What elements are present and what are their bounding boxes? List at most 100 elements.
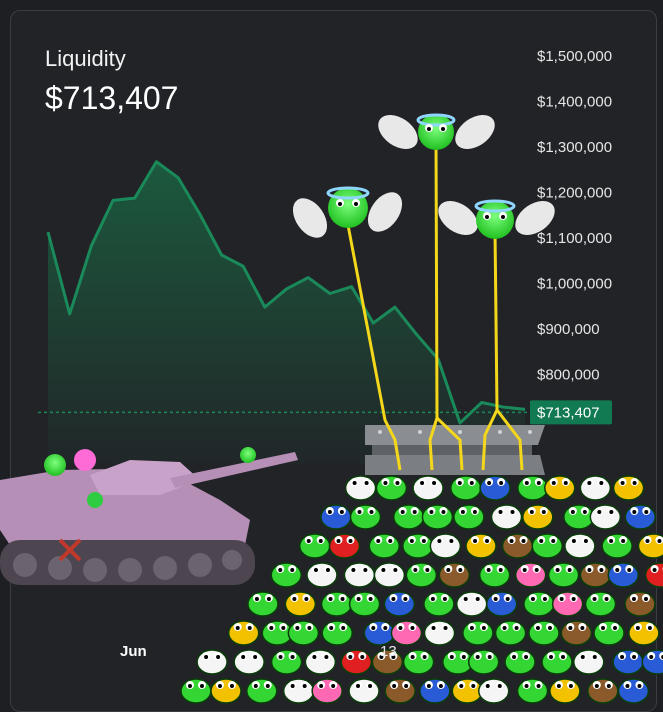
crowd-frog: [646, 563, 663, 587]
crowd-frog: [271, 563, 301, 587]
crowd-frog: [422, 505, 452, 529]
crowd-frog: [487, 592, 517, 616]
crowd-frog: [466, 534, 496, 558]
crowd-frog: [545, 476, 575, 500]
crowd-frog: [350, 592, 380, 616]
y-tick-label: $1,400,000: [537, 94, 612, 111]
crowd-frog: [618, 679, 648, 703]
crowd-frog: [561, 621, 591, 645]
crowd-frog: [322, 592, 352, 616]
y-tick-label: $1,200,000: [537, 185, 612, 202]
crowd-frog: [284, 679, 314, 703]
crowd-frog: [351, 505, 381, 529]
crowd-frog: [553, 592, 583, 616]
crowd-frog: [480, 563, 510, 587]
crowd-frog: [346, 476, 376, 500]
crowd-frog: [479, 679, 509, 703]
crowd-frog: [403, 534, 433, 558]
crowd-frog: [550, 679, 580, 703]
crowd-frog: [413, 476, 443, 500]
crowd-frog: [463, 621, 493, 645]
crowd-frog: [404, 650, 434, 674]
crowd-frog: [480, 476, 510, 500]
x-tick-label: Jun: [120, 643, 147, 660]
y-tick-label: $1,100,000: [537, 230, 612, 247]
crowd-frog: [549, 563, 579, 587]
crowd-frog: [349, 679, 379, 703]
crowd-frog: [457, 592, 487, 616]
crowd-frog: [542, 650, 572, 674]
crowd-frog: [430, 534, 460, 558]
crowd-frog: [391, 621, 421, 645]
crowd-frog: [588, 679, 618, 703]
crowd-frog: [272, 650, 302, 674]
crowd-frog: [321, 505, 351, 529]
crowd-frog: [384, 592, 414, 616]
crowd-frog: [420, 679, 450, 703]
crowd-frog: [374, 563, 404, 587]
crowd-frog: [613, 650, 643, 674]
crowd-frog: [574, 650, 604, 674]
crowd-frog: [369, 534, 399, 558]
tank-icon: [0, 447, 298, 585]
crowd-frog: [385, 679, 415, 703]
crowd-frog: [364, 621, 394, 645]
crowd-frog: [248, 592, 278, 616]
crowd-frog: [312, 679, 342, 703]
crowd-frog: [529, 621, 559, 645]
crowd-frog: [425, 621, 455, 645]
crowd-frog: [638, 534, 663, 558]
crowd-frog: [580, 563, 610, 587]
crowd-frog: [565, 534, 595, 558]
crowd-frog: [602, 534, 632, 558]
crowd-frog: [305, 650, 335, 674]
crowd-frog: [532, 534, 562, 558]
crowd-badge: 13: [380, 643, 397, 660]
crowd-frog: [496, 621, 526, 645]
crowd-frog: [211, 679, 241, 703]
y-tick-label: $1,500,000: [537, 48, 612, 65]
crowd-frog: [642, 650, 663, 674]
crowd-frog: [439, 563, 469, 587]
winged-frog-icon: [372, 108, 501, 156]
crowd-frog: [181, 679, 211, 703]
crowd-frog: [564, 505, 594, 529]
crowd-frog: [229, 621, 259, 645]
crowd-frog: [523, 505, 553, 529]
crowd-frog: [300, 534, 330, 558]
crowd-frog: [518, 679, 548, 703]
crowd-frog: [524, 592, 554, 616]
crowd-frog: [452, 679, 482, 703]
crowd-frog: [234, 650, 264, 674]
crowd-frog: [344, 563, 374, 587]
crowd-frog: [424, 592, 454, 616]
crowd-frog: [341, 650, 371, 674]
crowd-frog: [454, 505, 484, 529]
y-tick-label: $900,000: [537, 321, 600, 338]
crowd-frog: [451, 476, 481, 500]
crowd-frog: [590, 505, 620, 529]
crowd-frog: [307, 563, 337, 587]
crowd-frog: [247, 679, 277, 703]
crowd-frog: [625, 505, 655, 529]
crowd-frog: [394, 505, 424, 529]
crowd-frog: [503, 534, 533, 558]
crowd-frog: [629, 621, 659, 645]
crowd-frog: [505, 650, 535, 674]
crowd-frog: [288, 621, 318, 645]
crowd-frog: [330, 534, 360, 558]
crowd-frog: [492, 505, 522, 529]
crowd-frog: [406, 563, 436, 587]
crowd-frog: [608, 563, 638, 587]
y-tick-label: $800,000: [537, 367, 600, 384]
crowd-frog: [594, 621, 624, 645]
crowd-frog: [516, 563, 546, 587]
frog-crowd-icon: [181, 476, 663, 703]
crowd-frog: [518, 476, 548, 500]
y-tick-label: $1,000,000: [537, 276, 612, 293]
crowd-frog: [322, 621, 352, 645]
crowd-frog: [625, 592, 655, 616]
crowd-frog: [285, 592, 315, 616]
crowd-frog: [586, 592, 616, 616]
crowd-frog: [376, 476, 406, 500]
